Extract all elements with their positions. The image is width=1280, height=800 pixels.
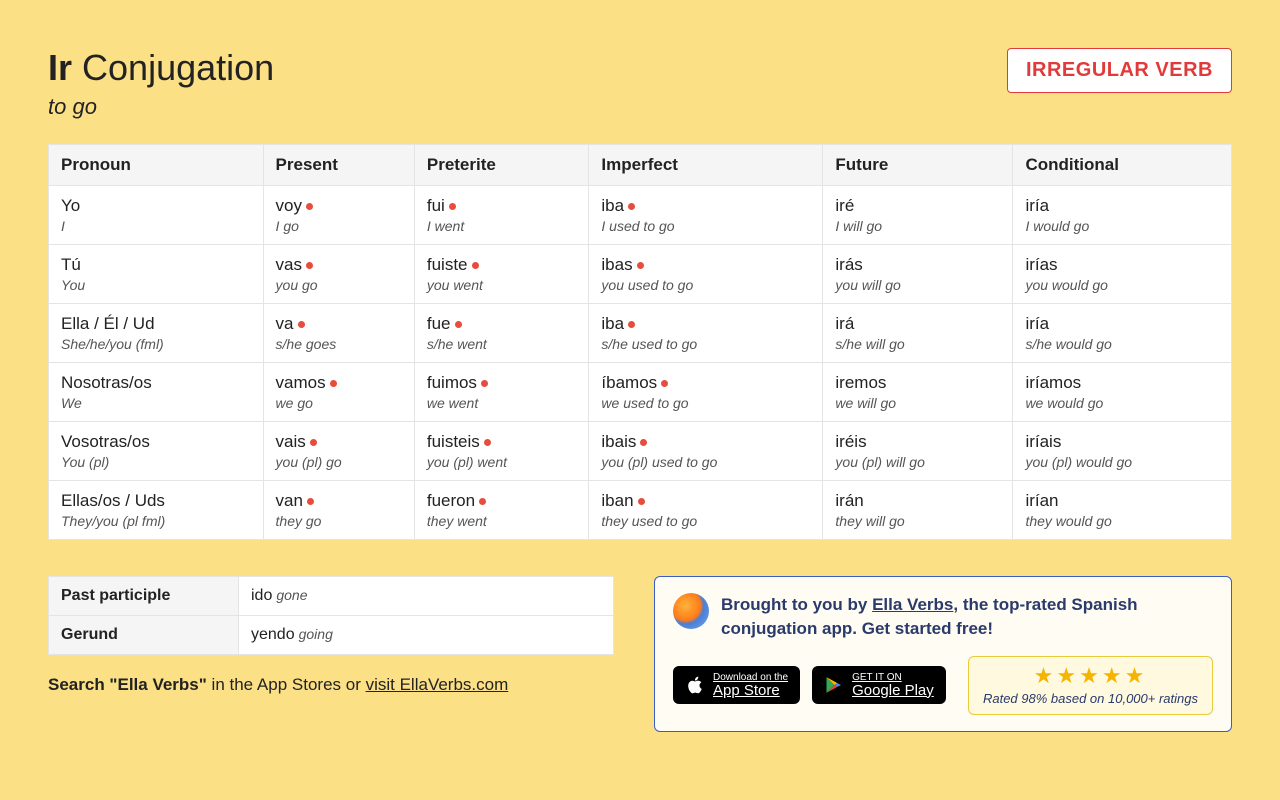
table-row: YoIvoyI gofuiI wentibaI used to goiréI w… [49,185,1232,244]
irregular-dot-icon [298,321,305,328]
play-icon [824,674,844,696]
promo-text: Brought to you by Ella Verbs, the top-ra… [721,593,1213,642]
conjugation-cell: fues/he went [414,303,589,362]
search-hint: Search "Ella Verbs" in the App Stores or… [48,675,614,695]
table-row: Ellas/os / UdsThey/you (pl fml)vanthey g… [49,480,1232,539]
irregular-dot-icon [330,380,337,387]
ella-verbs-link[interactable]: Ella Verbs [872,595,953,614]
conjugation-cell: vas/he goes [263,303,414,362]
gerund-value: yendogoing [239,615,614,654]
visit-site-link[interactable]: visit EllaVerbs.com [366,675,509,694]
conjugation-cell: vasyou go [263,244,414,303]
column-header: Conditional [1013,144,1232,185]
participle-table: Past participle idogone Gerund yendogoin… [48,576,614,655]
conjugation-table: PronounPresentPreteriteImperfectFutureCo… [48,144,1232,540]
irregular-dot-icon [479,498,486,505]
conjugation-cell: ibaisyou (pl) used to go [589,421,823,480]
pronoun-cell: Ellas/os / UdsThey/you (pl fml) [49,480,264,539]
irregular-dot-icon [640,439,647,446]
table-row: Nosotras/osWevamoswe gofuimoswe wentíbam… [49,362,1232,421]
irregular-dot-icon [481,380,488,387]
conjugation-cell: vamoswe go [263,362,414,421]
past-participle-label: Past participle [49,576,239,615]
irregular-dot-icon [638,498,645,505]
conjugation-cell: fuimoswe went [414,362,589,421]
rating-text: Rated 98% based on 10,000+ ratings [983,691,1198,706]
conjugation-cell: iréI will go [823,185,1013,244]
google-play-badge[interactable]: GET IT ONGoogle Play [812,666,946,704]
conjugation-cell: iríanthey would go [1013,480,1232,539]
irregular-dot-icon [306,262,313,269]
irregular-dot-icon [628,203,635,210]
irregular-dot-icon [306,203,313,210]
pronoun-cell: TúYou [49,244,264,303]
table-row: Ella / Él / UdShe/he/you (fml)vas/he goe… [49,303,1232,362]
rating-box: ★★★★★ Rated 98% based on 10,000+ ratings [968,656,1213,715]
conjugation-cell: iremoswe will go [823,362,1013,421]
irregular-dot-icon [628,321,635,328]
pronoun-cell: YoI [49,185,264,244]
past-participle-value: idogone [239,576,614,615]
conjugation-cell: fueronthey went [414,480,589,539]
verb-translation: to go [48,94,274,120]
conjugation-cell: íbamoswe used to go [589,362,823,421]
irregular-dot-icon [455,321,462,328]
conjugation-cell: vanthey go [263,480,414,539]
irregular-dot-icon [484,439,491,446]
conjugation-cell: irásyou will go [823,244,1013,303]
column-header: Pronoun [49,144,264,185]
gerund-label: Gerund [49,615,239,654]
table-row: TúYouvasyou gofuisteyou wentibasyou used… [49,244,1232,303]
page-title: Ir Conjugation [48,48,274,88]
irregular-badge: IRREGULAR VERB [1007,48,1232,93]
irregular-dot-icon [661,380,668,387]
irregular-dot-icon [637,262,644,269]
irregular-dot-icon [310,439,317,446]
conjugation-cell: iránthey will go [823,480,1013,539]
conjugation-cell: vaisyou (pl) go [263,421,414,480]
pronoun-cell: Vosotras/osYou (pl) [49,421,264,480]
column-header: Imperfect [589,144,823,185]
irregular-dot-icon [472,262,479,269]
pronoun-cell: Ella / Él / UdShe/he/you (fml) [49,303,264,362]
conjugation-cell: iríamoswe would go [1013,362,1232,421]
apple-icon [685,673,705,697]
column-header: Future [823,144,1013,185]
conjugation-cell: fuiI went [414,185,589,244]
conjugation-cell: voyI go [263,185,414,244]
app-icon [673,593,709,629]
conjugation-cell: ibasyou used to go [589,244,823,303]
conjugation-cell: fuisteyou went [414,244,589,303]
conjugation-cell: ibaI used to go [589,185,823,244]
column-header: Preterite [414,144,589,185]
irregular-dot-icon [307,498,314,505]
conjugation-cell: iréisyou (pl) will go [823,421,1013,480]
star-icons: ★★★★★ [983,665,1198,687]
promo-box: Brought to you by Ella Verbs, the top-ra… [654,576,1232,732]
conjugation-cell: iríaI would go [1013,185,1232,244]
conjugation-cell: irás/he will go [823,303,1013,362]
irregular-dot-icon [449,203,456,210]
column-header: Present [263,144,414,185]
conjugation-cell: iríasyou would go [1013,244,1232,303]
pronoun-cell: Nosotras/osWe [49,362,264,421]
conjugation-cell: ibanthey used to go [589,480,823,539]
conjugation-cell: ibas/he used to go [589,303,823,362]
conjugation-cell: fuisteisyou (pl) went [414,421,589,480]
conjugation-cell: irías/he would go [1013,303,1232,362]
conjugation-cell: iríaisyou (pl) would go [1013,421,1232,480]
table-row: Vosotras/osYou (pl)vaisyou (pl) gofuiste… [49,421,1232,480]
app-store-badge[interactable]: Download on theApp Store [673,666,800,704]
